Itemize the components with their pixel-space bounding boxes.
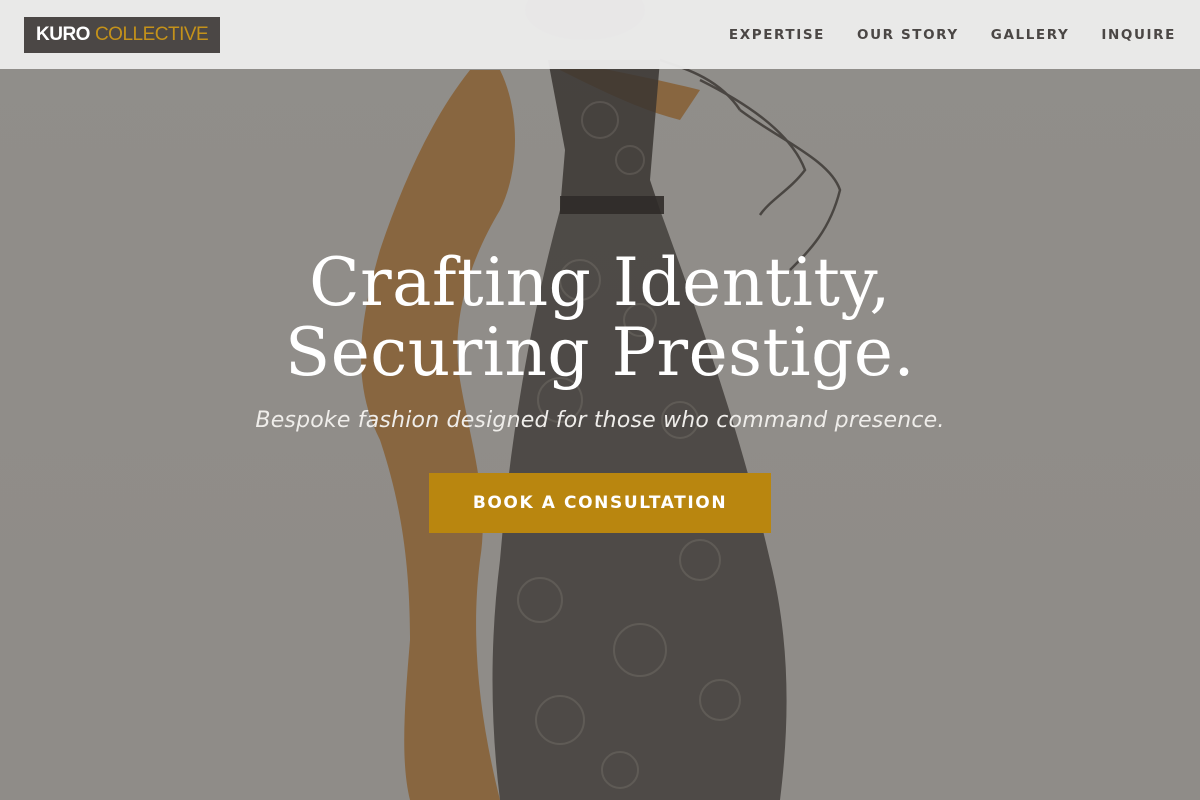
site-header: KURO COLLECTIVE EXPERTISE OUR STORY GALL… <box>0 0 1200 69</box>
logo-secondary: COLLECTIVE <box>94 23 209 45</box>
nav-item-gallery[interactable]: GALLERY <box>991 27 1070 43</box>
nav-item-expertise[interactable]: EXPERTISE <box>729 27 825 43</box>
nav-item-our-story[interactable]: OUR STORY <box>857 27 959 43</box>
headline-line-2: Securing Prestige. <box>285 314 915 391</box>
nav-item-inquire[interactable]: INQUIRE <box>1101 27 1176 43</box>
hero-headline: Crafting Identity, Securing Prestige. <box>0 248 1200 388</box>
main-nav: EXPERTISE OUR STORY GALLERY INQUIRE <box>729 27 1176 43</box>
hero-subline: Bespoke fashion designed for those who c… <box>255 408 945 433</box>
hero-content: Crafting Identity, Securing Prestige. Be… <box>0 248 1200 533</box>
book-consultation-button[interactable]: BOOK A CONSULTATION <box>429 473 771 533</box>
logo-primary: KURO <box>36 23 90 45</box>
logo[interactable]: KURO COLLECTIVE <box>24 16 221 53</box>
headline-line-1: Crafting Identity, <box>309 244 891 321</box>
